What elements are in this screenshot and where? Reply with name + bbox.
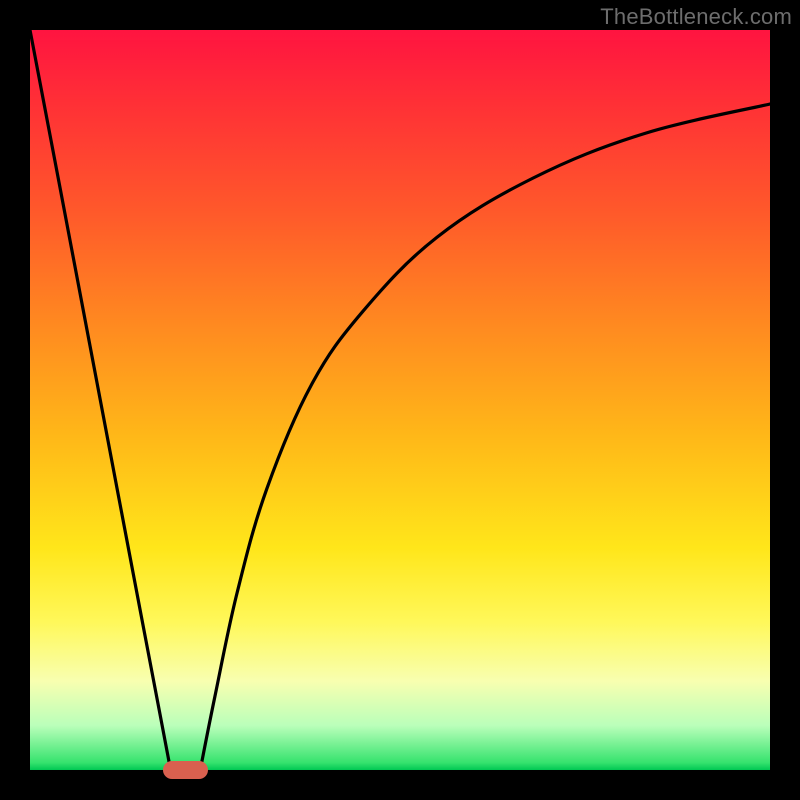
watermark-text: TheBottleneck.com bbox=[600, 4, 792, 30]
chart-frame: TheBottleneck.com bbox=[0, 0, 800, 800]
curve-left bbox=[30, 30, 171, 770]
curve-svg bbox=[30, 30, 770, 770]
plot-area bbox=[30, 30, 770, 770]
optimum-marker bbox=[163, 761, 207, 779]
curve-right bbox=[200, 104, 770, 770]
